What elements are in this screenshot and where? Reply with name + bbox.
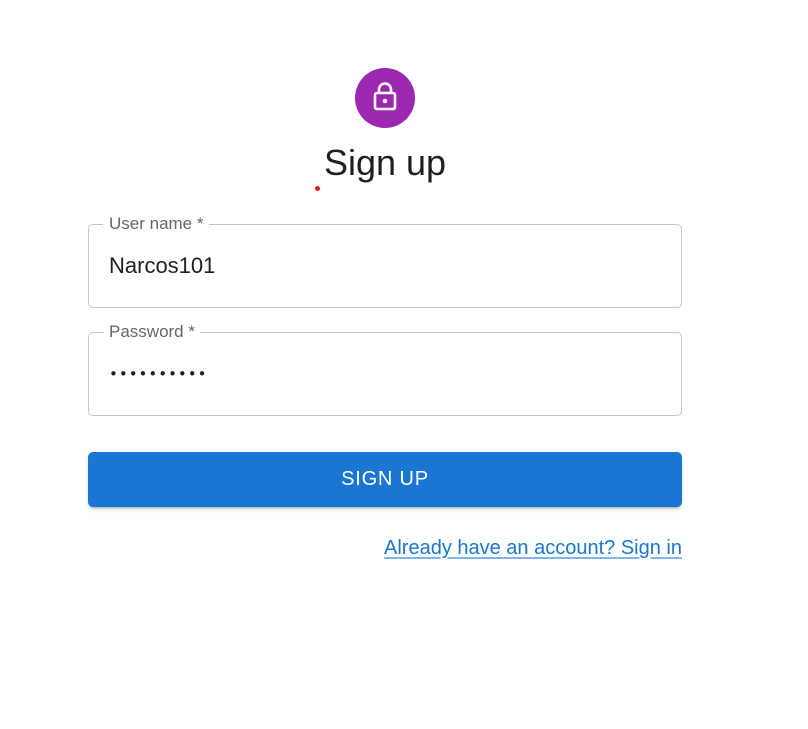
username-input[interactable] [109, 225, 665, 307]
lock-icon [372, 81, 398, 116]
avatar [355, 68, 415, 128]
indicator-dot [315, 186, 320, 191]
signup-page: Sign up User name * Password * SIGN UP A… [0, 0, 808, 729]
sign-in-link[interactable]: Already have an account? Sign in [384, 537, 682, 560]
username-field[interactable]: User name * [88, 213, 682, 308]
sign-up-button[interactable]: SIGN UP [88, 452, 682, 507]
password-field[interactable]: Password * [88, 321, 682, 416]
password-input[interactable] [109, 333, 665, 415]
page-title: Sign up [323, 142, 447, 183]
